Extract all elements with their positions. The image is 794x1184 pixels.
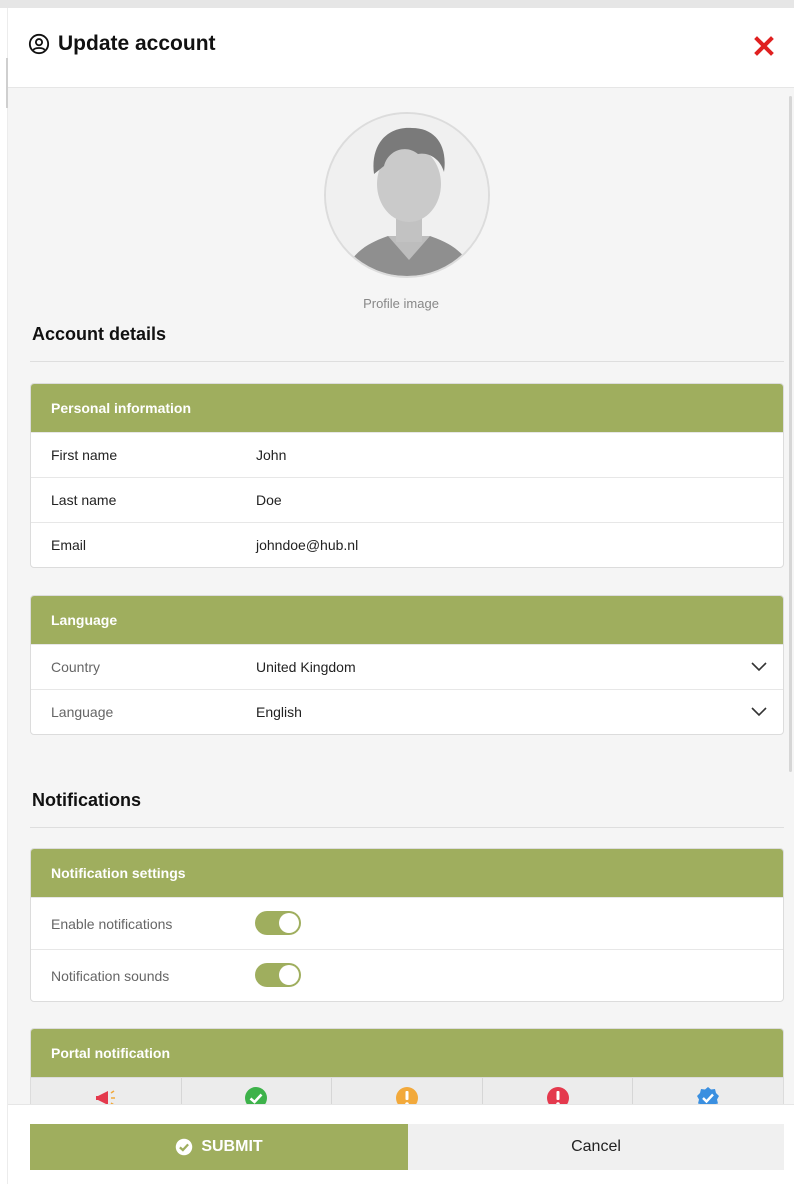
- portal-cell[interactable]: [483, 1078, 634, 1104]
- portal-cell[interactable]: [182, 1078, 333, 1104]
- panel-header: Language: [31, 596, 783, 644]
- warning-icon: [395, 1087, 418, 1104]
- language-value: English: [256, 704, 302, 720]
- verified-badge-icon: [697, 1087, 720, 1104]
- section-divider: [30, 827, 784, 828]
- user-circle-icon: [28, 33, 50, 55]
- avatar-placeholder-icon: [326, 114, 488, 276]
- notification-sounds-toggle[interactable]: [255, 963, 301, 987]
- account-details-title: Account details: [32, 324, 167, 344]
- chevron-down-icon[interactable]: [751, 706, 767, 718]
- portal-cell[interactable]: [332, 1078, 483, 1104]
- section-divider: [30, 361, 784, 362]
- last-name-row[interactable]: Last name Doe: [31, 477, 783, 522]
- toggle-knob: [279, 965, 299, 985]
- chevron-down-icon[interactable]: [751, 661, 767, 673]
- field-label: Language: [51, 704, 114, 720]
- profile-image[interactable]: [324, 112, 490, 278]
- submit-label: SUBMIT: [201, 1138, 263, 1155]
- portal-notification-panel: Portal notification: [30, 1028, 784, 1104]
- notification-settings-panel: Notification settings Enable notificatio…: [30, 848, 784, 1002]
- first-name-row[interactable]: First name John: [31, 432, 783, 477]
- last-name-value[interactable]: Doe: [256, 492, 282, 508]
- modal-title: Update account: [58, 32, 216, 55]
- language-select[interactable]: Language English: [31, 689, 783, 734]
- modal-title-wrap: Update account: [28, 32, 216, 56]
- field-label: Email: [51, 537, 87, 553]
- error-icon: [546, 1087, 569, 1104]
- panel-header: Personal information: [31, 384, 783, 432]
- window-top-strip: [0, 0, 794, 8]
- enable-notifications-toggle[interactable]: [255, 911, 301, 935]
- profile-image-caption: Profile image: [363, 296, 439, 311]
- field-label: Last name: [51, 492, 117, 508]
- country-select[interactable]: Country United Kingdom: [31, 644, 783, 689]
- language-panel: Language Country United Kingdom Language…: [30, 595, 784, 735]
- portal-icon-row: [31, 1077, 783, 1104]
- modal-footer: SUBMIT Cancel: [8, 1104, 794, 1184]
- notification-sounds-row: Notification sounds: [31, 949, 783, 1001]
- field-label: Enable notifications: [51, 915, 173, 932]
- enable-notifications-row: Enable notifications: [31, 897, 783, 949]
- panel-header: Portal notification: [31, 1029, 783, 1077]
- cancel-label: Cancel: [571, 1138, 621, 1155]
- field-label: First name: [51, 447, 118, 463]
- toggle-knob: [279, 913, 299, 933]
- megaphone-icon: [95, 1090, 115, 1104]
- background-page-edge: [0, 8, 8, 1184]
- check-circle-icon: [176, 1138, 193, 1156]
- submit-button[interactable]: SUBMIT: [30, 1124, 408, 1170]
- field-label: Notification sounds: [51, 967, 170, 984]
- panel-header: Notification settings: [31, 849, 783, 897]
- email-row[interactable]: Email johndoe@hub.nl: [31, 522, 783, 567]
- update-account-modal: Update account Profile image Account det…: [8, 8, 794, 1184]
- portal-cell[interactable]: [31, 1078, 182, 1104]
- notifications-title: Notifications: [32, 790, 142, 810]
- modal-body: Profile image Account details Personal i…: [8, 88, 794, 1104]
- first-name-value[interactable]: John: [256, 447, 286, 463]
- cancel-button[interactable]: Cancel: [408, 1124, 784, 1170]
- modal-header: Update account: [8, 8, 794, 88]
- portal-cell[interactable]: [633, 1078, 783, 1104]
- field-label: Country: [51, 659, 101, 675]
- personal-information-panel: Personal information First name John Las…: [30, 383, 784, 568]
- close-icon[interactable]: [752, 34, 776, 58]
- check-circle-icon: [245, 1087, 268, 1104]
- country-value: United Kingdom: [256, 659, 356, 675]
- email-value[interactable]: johndoe@hub.nl: [256, 537, 358, 553]
